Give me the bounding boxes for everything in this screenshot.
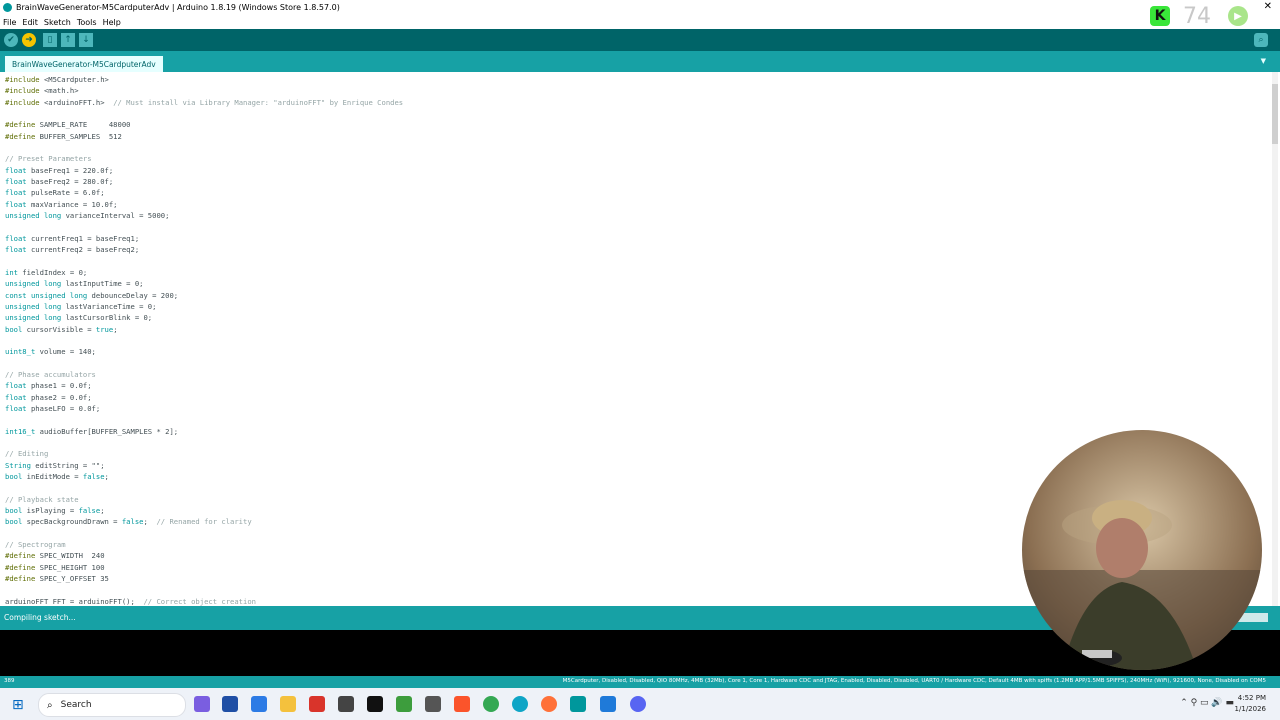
clock-time: 4:52 PM: [1237, 694, 1266, 702]
firefox-icon[interactable]: [541, 696, 557, 712]
code-line[interactable]: [5, 335, 1270, 346]
vscode-icon[interactable]: [600, 696, 616, 712]
menu-tools[interactable]: Tools: [74, 18, 100, 27]
code-line[interactable]: float phase2 = 0.0f;: [5, 392, 1270, 403]
code-line[interactable]: [5, 221, 1270, 232]
person-figure: [1022, 500, 1262, 670]
arrow-up-icon: ↑: [64, 35, 72, 45]
terminal-icon[interactable]: [367, 696, 383, 712]
code-line[interactable]: float baseFreq2 = 280.0f;: [5, 176, 1270, 187]
code-line[interactable]: int16_t audioBuffer[BUFFER_SAMPLES * 2];: [5, 426, 1270, 437]
file-explorer-icon[interactable]: [280, 696, 296, 712]
code-line[interactable]: // Phase accumulators: [5, 369, 1270, 380]
app-icon[interactable]: [222, 696, 238, 712]
title-bar: BrainWaveGenerator-M5CardputerAdv | Ardu…: [0, 0, 1280, 15]
chrome-icon[interactable]: [483, 696, 499, 712]
serial-monitor-button[interactable]: ⌕: [1254, 33, 1268, 47]
menu-file[interactable]: File: [0, 18, 19, 27]
new-button[interactable]: ▯: [43, 33, 57, 47]
code-line[interactable]: bool cursorVisible = true;: [5, 324, 1270, 335]
code-line[interactable]: float phaseLFO = 0.0f;: [5, 403, 1270, 414]
board-status-bar: 389 M5Cardputer, Disabled, Disabled, QIO…: [0, 676, 1280, 688]
code-line[interactable]: int fieldIndex = 0;: [5, 267, 1270, 278]
code-line[interactable]: unsigned long lastCursorBlink = 0;: [5, 312, 1270, 323]
search-icon: ⌕: [47, 699, 53, 711]
code-line[interactable]: #define SAMPLE_RATE 48000: [5, 119, 1270, 130]
code-line[interactable]: #define BUFFER_SAMPLES 512: [5, 131, 1270, 142]
taskview-icon[interactable]: [194, 696, 210, 712]
windows-start-icon[interactable]: ⊞: [12, 697, 28, 713]
code-line[interactable]: const unsigned long debounceDelay = 200;: [5, 290, 1270, 301]
toolbar: ✔ ➜ ▯ ↑ ↓ ⌕: [0, 29, 1280, 51]
code-line[interactable]: unsigned long varianceInterval = 5000;: [5, 210, 1270, 221]
clock-app-icon[interactable]: [338, 696, 354, 712]
line-number: 389: [4, 678, 15, 684]
tab-bar: BrainWaveGenerator-M5CardputerAdv ▼: [0, 51, 1280, 72]
code-line[interactable]: [5, 108, 1270, 119]
overlay-counter: 74: [1183, 4, 1211, 29]
remote-icon[interactable]: [251, 696, 267, 712]
play-icon: ▶: [1228, 6, 1248, 26]
tab-menu-icon[interactable]: ▼: [1261, 57, 1266, 65]
arduino-logo-icon: [3, 3, 12, 12]
arrow-right-icon: ➜: [25, 35, 33, 45]
discord-icon[interactable]: [630, 696, 646, 712]
scrollbar-thumb[interactable]: [1272, 84, 1278, 144]
code-line[interactable]: float currentFreq2 = baseFreq2;: [5, 244, 1270, 255]
verify-button[interactable]: ✔: [4, 33, 18, 47]
code-line[interactable]: float currentFreq1 = baseFreq1;: [5, 233, 1270, 244]
tab-sketch[interactable]: BrainWaveGenerator-M5CardputerAdv: [5, 56, 163, 72]
code-line[interactable]: uint8_t volume = 140;: [5, 346, 1270, 357]
magnifier-icon: ⌕: [1258, 35, 1264, 45]
code-line[interactable]: [5, 256, 1270, 267]
code-line[interactable]: unsigned long lastInputTime = 0;: [5, 278, 1270, 289]
code-line[interactable]: float baseFreq1 = 220.0f;: [5, 165, 1270, 176]
close-icon[interactable]: ✕: [1264, 1, 1272, 12]
settings-icon[interactable]: [425, 696, 441, 712]
code-line[interactable]: [5, 358, 1270, 369]
clock-date: 1/1/2026: [1234, 705, 1266, 713]
menu-sketch[interactable]: Sketch: [41, 18, 74, 27]
store-icon[interactable]: [309, 696, 325, 712]
kick-logo-icon: K: [1150, 6, 1170, 26]
arrow-down-icon: ↓: [82, 35, 90, 45]
window-title: BrainWaveGenerator-M5CardputerAdv | Ardu…: [16, 3, 340, 12]
code-line[interactable]: float pulseRate = 6.0f;: [5, 187, 1270, 198]
search-label: Search: [60, 700, 92, 710]
upload-button[interactable]: ➜: [22, 33, 36, 47]
taskbar-clock[interactable]: 4:52 PM 1/1/2026: [1235, 693, 1266, 715]
menu-bar: File Edit Sketch Tools Help: [0, 15, 1280, 29]
code-line[interactable]: unsigned long lastVarianceTime = 0;: [5, 301, 1270, 312]
code-line[interactable]: // Preset Parameters: [5, 153, 1270, 164]
webcam-overlay: [1022, 430, 1262, 670]
new-file-icon: ▯: [47, 35, 53, 45]
taskbar-search[interactable]: ⌕ Search: [38, 693, 186, 717]
arduino-icon[interactable]: [570, 696, 586, 712]
status-message: Compiling sketch...: [4, 613, 76, 622]
menu-help[interactable]: Help: [100, 18, 124, 27]
system-tray[interactable]: ⌃ ⚲ ▭ 🔊 ▬: [1180, 698, 1234, 708]
code-line[interactable]: [5, 414, 1270, 425]
save-button[interactable]: ↓: [79, 33, 93, 47]
menu-edit[interactable]: Edit: [19, 18, 41, 27]
code-line[interactable]: [5, 142, 1270, 153]
editor-scrollbar[interactable]: [1272, 72, 1278, 606]
code-line[interactable]: #include <math.h>: [5, 85, 1270, 96]
code-line[interactable]: #include <arduinoFFT.h> // Must install …: [5, 97, 1270, 108]
code-line[interactable]: float maxVariance = 10.0f;: [5, 199, 1270, 210]
edge-icon[interactable]: [512, 696, 528, 712]
code-line[interactable]: #include <M5Cardputer.h>: [5, 74, 1270, 85]
shield-icon[interactable]: [396, 696, 412, 712]
brave-browser-icon[interactable]: [454, 696, 470, 712]
board-info: M5Cardputer, Disabled, Disabled, QIO 80M…: [562, 678, 1266, 684]
code-line[interactable]: float phase1 = 0.0f;: [5, 380, 1270, 391]
open-button[interactable]: ↑: [61, 33, 75, 47]
taskbar: ⊞ ⌕ Search ⌃ ⚲ ▭ 🔊 ▬ 4:52 PM 1/1/2026: [0, 688, 1280, 720]
checkmark-icon: ✔: [7, 35, 15, 45]
